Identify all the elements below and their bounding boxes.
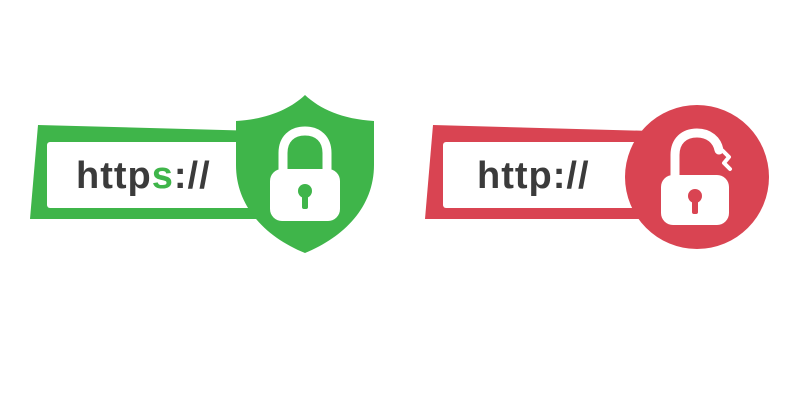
http-url-text: http:// bbox=[477, 155, 590, 197]
https-vs-http-illustration: https:// http:// bbox=[0, 0, 800, 400]
insecure-http-badge: http:// bbox=[425, 95, 775, 255]
scheme-separator: :// bbox=[173, 155, 211, 197]
scheme-secure-letter: s bbox=[151, 155, 174, 197]
scheme-prefix: http bbox=[76, 155, 152, 197]
https-url-text: https:// bbox=[76, 157, 211, 195]
secure-https-badge: https:// bbox=[30, 95, 380, 255]
